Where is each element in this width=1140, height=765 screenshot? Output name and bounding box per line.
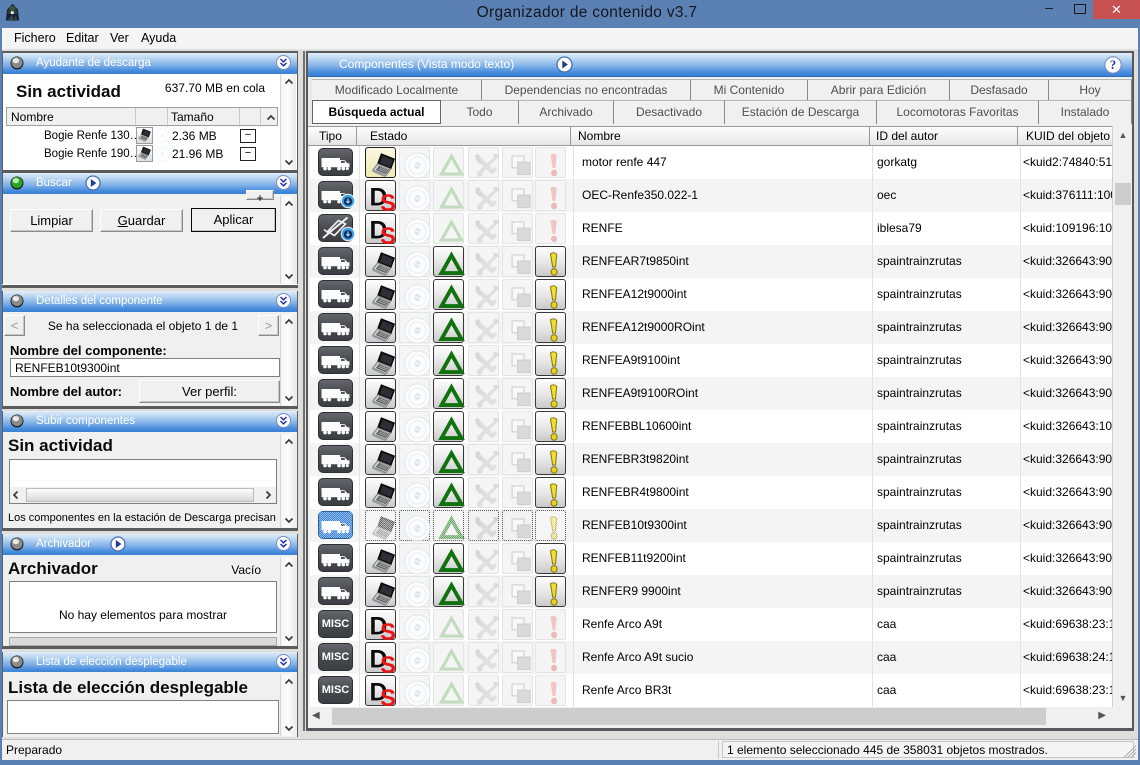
svg-text:S: S bbox=[380, 224, 396, 245]
svg-text:?: ? bbox=[1110, 58, 1116, 72]
svg-text:S: S bbox=[380, 653, 396, 674]
svg-text:S: S bbox=[380, 620, 396, 641]
svg-text:S: S bbox=[380, 191, 396, 212]
svg-text:S: S bbox=[380, 686, 396, 707]
